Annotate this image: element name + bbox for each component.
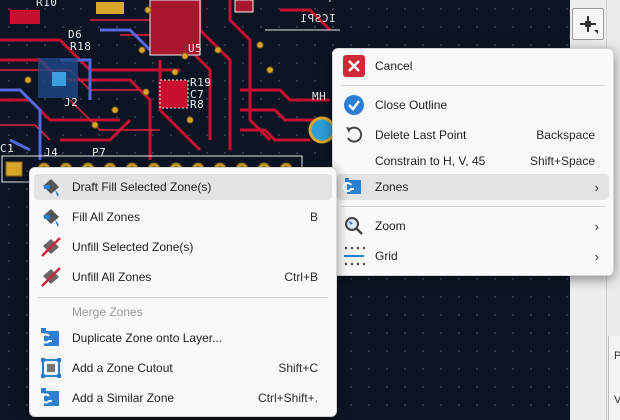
silk-j2: J2 [64, 96, 79, 109]
panel-label-p: P [614, 350, 620, 362]
menu-item-delete-last-point[interactable]: Delete Last Point Backspace [337, 122, 609, 148]
menu-separator [341, 85, 605, 86]
silk-u5: U5 [188, 42, 203, 55]
checkmark-icon [343, 94, 365, 116]
menu-separator [38, 297, 328, 298]
zone-cutout-icon [40, 357, 62, 379]
zone-similar-icon [40, 387, 62, 409]
zone-duplicate-icon [40, 327, 62, 349]
chevron-right-icon: › [594, 218, 599, 234]
properties-panel-edge [608, 336, 620, 420]
silk-c1: C1 [0, 142, 15, 155]
cancel-icon [343, 55, 365, 77]
menu-item-draft-fill[interactable]: Draft Fill Selected Zone(s) [34, 174, 332, 200]
menu-item-grid[interactable]: Grid › [337, 243, 609, 269]
panel-label-v: V [614, 394, 620, 406]
menu-item-fill-all[interactable]: Fill All Zones B [34, 204, 332, 230]
crosshair-icon [580, 16, 598, 34]
menu-item-duplicate-zone[interactable]: Duplicate Zone onto Layer... [34, 325, 332, 351]
zoom-icon [343, 215, 365, 237]
silk-j4: J4 [44, 146, 59, 159]
silk-mh: MH [312, 90, 327, 103]
zone-icon [343, 176, 365, 198]
zone-fill-icon [40, 176, 62, 198]
menu-item-close-outline[interactable]: Close Outline [337, 92, 609, 118]
silk-r10: R10 [36, 0, 58, 9]
zones-submenu: Draft Fill Selected Zone(s) Fill All Zon… [29, 167, 337, 417]
menu-item-constrain[interactable]: Constrain to H, V, 45 Shift+Space [337, 148, 609, 174]
crosshair-tool-button[interactable] [572, 8, 604, 40]
chevron-right-icon: › [594, 248, 599, 264]
menu-item-unfill-selected[interactable]: Unfill Selected Zone(s) [34, 234, 332, 260]
menu-item-unfill-all[interactable]: Unfill All Zones Ctrl+B [34, 264, 332, 290]
grid-icon [343, 245, 365, 267]
zone-fill-icon [40, 206, 62, 228]
silk-icsp: ICSP1 [300, 12, 336, 25]
menu-item-cancel[interactable]: Cancel [337, 53, 609, 79]
menu-item-add-similar-zone[interactable]: Add a Similar Zone Ctrl+Shift+. [34, 385, 332, 411]
undo-icon [343, 124, 365, 146]
silk-r8: R8 [190, 98, 205, 111]
menu-item-add-cutout[interactable]: Add a Zone Cutout Shift+C [34, 355, 332, 381]
context-menu: Cancel Close Outline Delete Last Point B… [332, 48, 614, 276]
zone-unfill-icon [40, 266, 62, 288]
chevron-right-icon: › [594, 179, 599, 195]
menu-item-zones[interactable]: Zones › [337, 174, 609, 200]
silk-r18: R18 [70, 40, 92, 53]
menu-item-zoom[interactable]: Zoom › [337, 213, 609, 239]
menu-item-merge-zones: Merge Zones [72, 305, 143, 319]
silk-p7: P7 [92, 146, 107, 159]
menu-separator [341, 206, 605, 207]
zone-unfill-icon [40, 236, 62, 258]
